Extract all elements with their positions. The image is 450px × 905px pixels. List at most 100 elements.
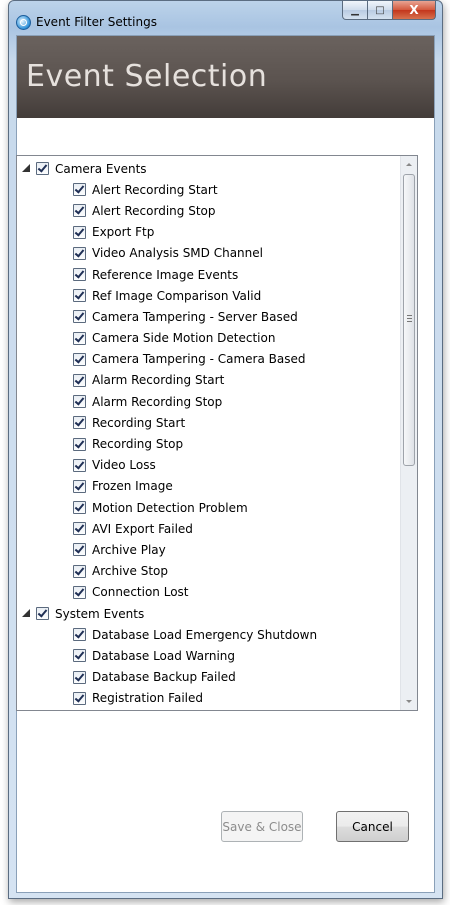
item-label: Archive Stop xyxy=(92,564,168,579)
item-label: Motion Detection Problem xyxy=(92,500,248,515)
tree-item-row: Video Analysis SMD Channel xyxy=(17,243,400,264)
item-checkbox[interactable] xyxy=(73,522,86,536)
scroll-thumb[interactable] xyxy=(403,174,415,466)
tree-item-row: Ref Image Comparison Valid xyxy=(17,285,400,306)
item-checkbox[interactable] xyxy=(73,352,86,366)
item-label: Video Loss xyxy=(92,458,156,473)
minimize-icon: ▁ xyxy=(351,4,359,16)
tree-item-row: Camera Tampering - Server Based xyxy=(17,306,400,327)
tree-item-row: Alert Recording Start xyxy=(17,179,400,200)
save-close-button[interactable]: Save & Close xyxy=(221,811,303,842)
item-label: Alert Recording Stop xyxy=(92,203,216,218)
item-label: Database Load Emergency Shutdown xyxy=(92,627,318,642)
item-label: Recording Start xyxy=(92,415,186,430)
tree-item-row: AVI Export Failed xyxy=(17,518,400,539)
maximize-button[interactable]: □ xyxy=(368,1,393,20)
item-label: Connection Lost xyxy=(92,585,189,600)
tree-item-row: Export Ftp xyxy=(17,222,400,243)
tree-item-row: Frozen Image xyxy=(17,476,400,497)
cancel-button[interactable]: Cancel xyxy=(336,811,409,842)
item-checkbox[interactable] xyxy=(73,437,86,451)
item-checkbox[interactable] xyxy=(73,670,86,684)
item-label: Ref Image Comparison Valid xyxy=(92,288,262,303)
item-label: Video Analysis SMD Channel xyxy=(92,246,263,261)
tree-item-row: Database Load Emergency Shutdown xyxy=(17,624,400,645)
tree-item-row: Alert Recording Stop xyxy=(17,200,400,221)
close-button[interactable]: X xyxy=(393,1,436,20)
item-checkbox[interactable] xyxy=(73,501,86,515)
scroll-up-arrow-icon[interactable] xyxy=(401,156,417,173)
header-banner: Event Selection xyxy=(17,36,434,118)
item-checkbox[interactable] xyxy=(73,479,86,493)
tree-item-row: Registration Failed xyxy=(17,688,400,709)
item-checkbox[interactable] xyxy=(73,458,86,472)
group-checkbox[interactable] xyxy=(36,607,49,621)
item-checkbox[interactable] xyxy=(73,373,86,387)
caption-buttons: ▁ □ X xyxy=(342,1,436,21)
item-label: Alarm Recording Stop xyxy=(92,394,223,409)
item-label: Camera Side Motion Detection xyxy=(92,331,276,346)
item-label: Database Load Warning xyxy=(92,648,236,663)
tree-group-row: Camera Events xyxy=(17,158,400,179)
item-label: Database Backup Failed xyxy=(92,670,236,685)
expander-triangle-icon[interactable] xyxy=(21,163,33,175)
tree-item-row: Archive Play xyxy=(17,539,400,560)
tree-item-row: Video Loss xyxy=(17,455,400,476)
item-checkbox[interactable] xyxy=(73,331,86,345)
item-label: Recording Stop xyxy=(92,437,184,452)
tree-item-row: Alarm Recording Start xyxy=(17,370,400,391)
tree-item-row: Archive Stop xyxy=(17,561,400,582)
item-label: Alarm Recording Start xyxy=(92,373,225,388)
item-label: Alert Recording Start xyxy=(92,182,218,197)
tree-item-row: Recording Start xyxy=(17,412,400,433)
group-label: Camera Events xyxy=(55,161,147,176)
scroll-down-arrow-icon[interactable] xyxy=(401,693,417,710)
tree-item-row: Reference Image Events xyxy=(17,264,400,285)
item-checkbox[interactable] xyxy=(73,183,86,197)
tree-item-row: Database Load Warning xyxy=(17,645,400,666)
item-checkbox[interactable] xyxy=(73,289,86,303)
title-bar[interactable]: Event Filter Settings ▁ □ X xyxy=(9,1,442,35)
item-checkbox[interactable] xyxy=(73,585,86,599)
window-title: Event Filter Settings xyxy=(36,15,157,29)
item-checkbox[interactable] xyxy=(73,204,86,218)
app-circle-icon xyxy=(16,15,31,30)
item-checkbox[interactable] xyxy=(73,246,86,260)
tree-group-row: System Events xyxy=(17,603,400,624)
item-checkbox[interactable] xyxy=(73,691,86,705)
tree-item-row: Motion Detection Problem xyxy=(17,497,400,518)
tree-item-row: Recording Stop xyxy=(17,433,400,454)
event-tree: Camera Events Alert Recording Start Alert … xyxy=(16,155,418,711)
item-label: Registration Failed xyxy=(92,691,203,706)
item-checkbox[interactable] xyxy=(73,268,86,282)
group-checkbox[interactable] xyxy=(36,162,49,176)
tree-item-row: Database Backup Failed xyxy=(17,667,400,688)
item-checkbox[interactable] xyxy=(73,649,86,663)
item-label: Reference Image Events xyxy=(92,267,239,282)
page-title: Event Selection xyxy=(26,59,268,94)
vertical-scrollbar[interactable] xyxy=(400,156,417,710)
minimize-button[interactable]: ▁ xyxy=(342,1,368,20)
item-checkbox[interactable] xyxy=(73,628,86,642)
tree-item-row: Connection Lost xyxy=(17,582,400,603)
close-icon: X xyxy=(409,3,419,17)
item-checkbox[interactable] xyxy=(73,310,86,324)
item-label: Export Ftp xyxy=(92,225,155,240)
group-label: System Events xyxy=(55,606,145,621)
maximize-icon: □ xyxy=(375,4,385,16)
item-checkbox[interactable] xyxy=(73,564,86,578)
grip-icon xyxy=(407,315,412,322)
item-label: AVI Export Failed xyxy=(92,521,193,536)
item-checkbox[interactable] xyxy=(73,543,86,557)
item-checkbox[interactable] xyxy=(73,416,86,430)
expander-triangle-icon[interactable] xyxy=(21,608,33,620)
item-checkbox[interactable] xyxy=(73,395,86,409)
item-label: Camera Tampering - Server Based xyxy=(92,309,298,324)
tree-item-row: Alarm Recording Stop xyxy=(17,391,400,412)
item-label: Camera Tampering - Camera Based xyxy=(92,352,306,367)
item-label: Archive Play xyxy=(92,542,166,557)
tree-item-row: Camera Tampering - Camera Based xyxy=(17,349,400,370)
item-checkbox[interactable] xyxy=(73,225,86,239)
tree-item-row: Camera Side Motion Detection xyxy=(17,328,400,349)
event-tree-list: Camera Events Alert Recording Start Alert … xyxy=(17,158,400,709)
